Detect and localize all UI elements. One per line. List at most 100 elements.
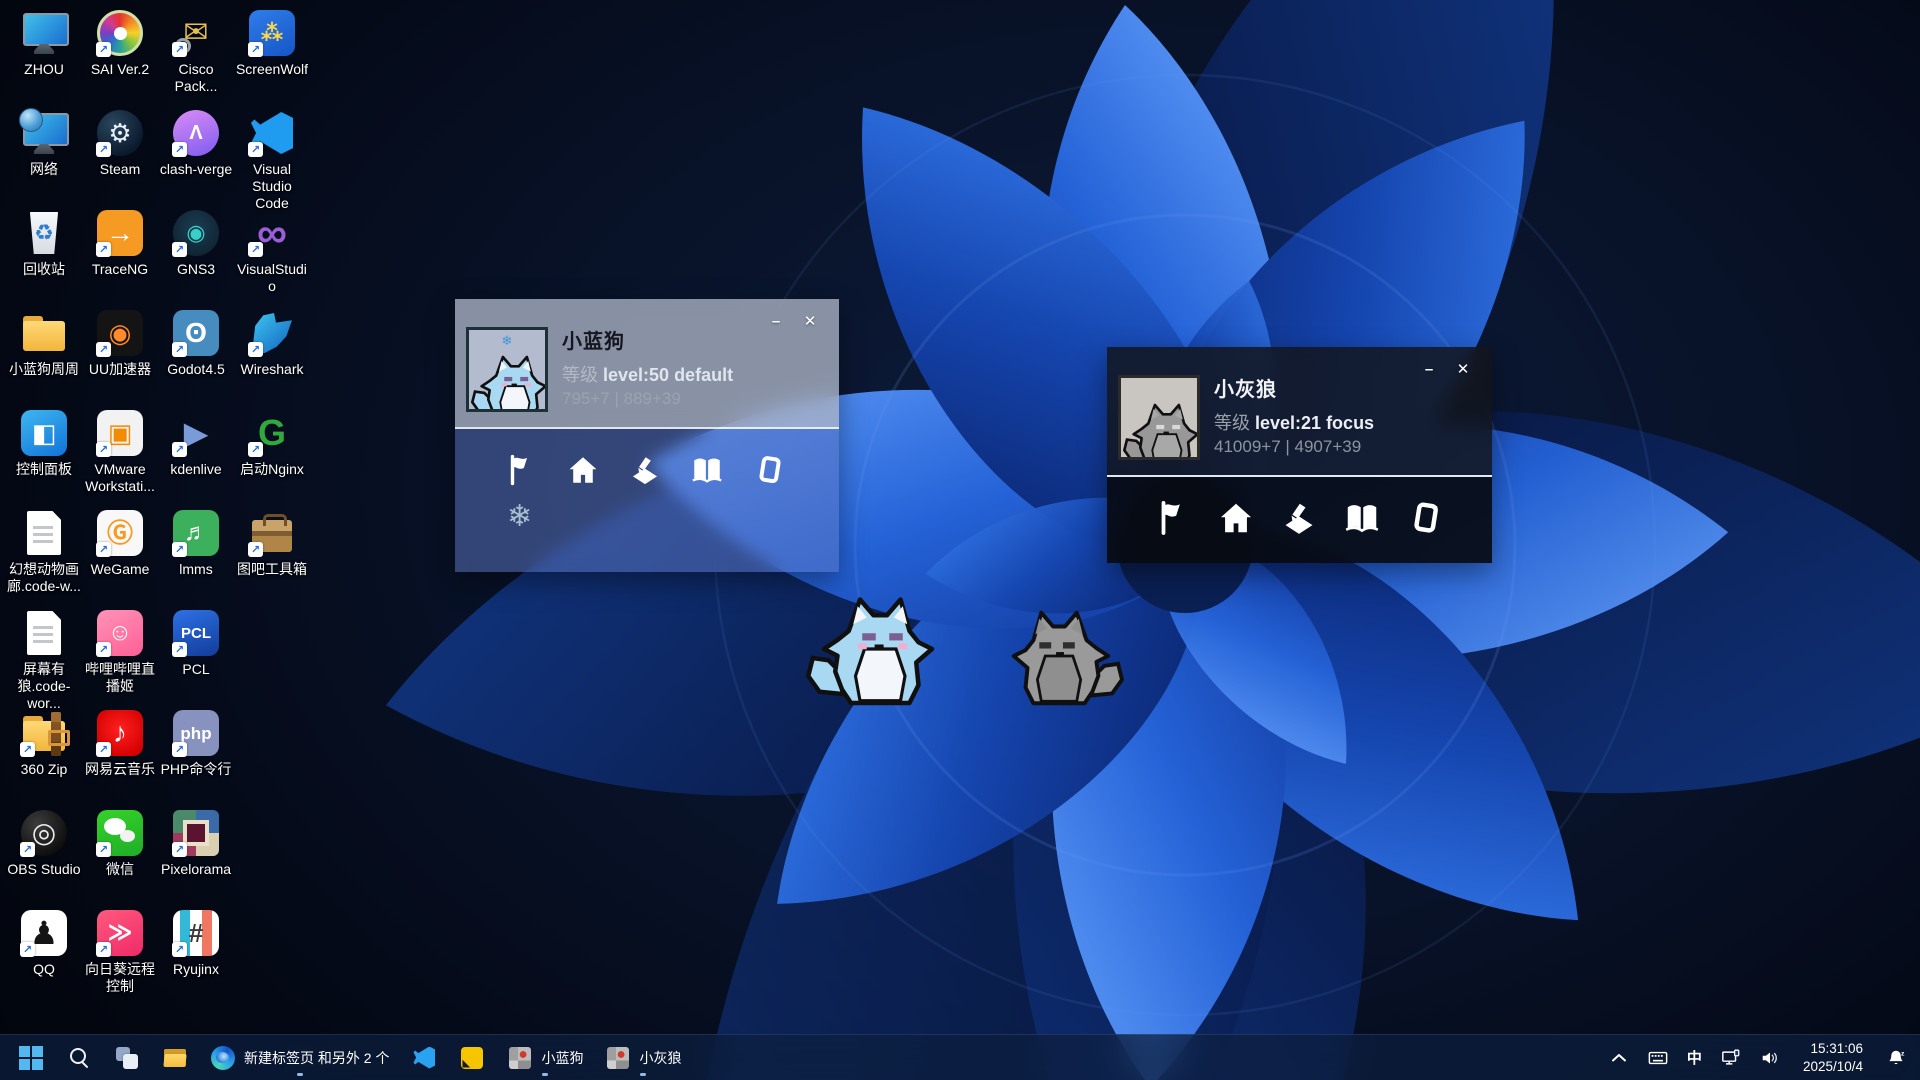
app-icon bbox=[21, 310, 67, 356]
desktop-icon[interactable]: ♪ ↗ 网易云音乐 bbox=[82, 708, 158, 778]
shortcut-arrow-icon: ↗ bbox=[248, 242, 263, 257]
desktop-icon[interactable]: ↗ 图吧工具箱 bbox=[234, 508, 310, 578]
desktop-icon[interactable]: ♟ ↗ QQ bbox=[6, 908, 82, 978]
app-icon-glyph: Λ bbox=[189, 123, 202, 143]
shortcut-arrow-icon: ↗ bbox=[172, 142, 187, 157]
desktop-icon-label: PCL bbox=[158, 661, 234, 678]
desktop-icon[interactable]: ◎ ↗ OBS Studio bbox=[6, 808, 82, 878]
level-label: 等级 bbox=[1214, 413, 1250, 433]
snowflake-status-icon[interactable]: ❄ bbox=[507, 500, 532, 533]
desktop-icon-label: Cisco Pack... bbox=[158, 61, 234, 95]
desktop-icon-label: TraceNG bbox=[82, 261, 158, 278]
notification-bell-icon[interactable]: z bbox=[1884, 1046, 1908, 1070]
flag-icon[interactable] bbox=[504, 453, 538, 487]
desktop-pet-blue-dog[interactable] bbox=[806, 586, 950, 712]
desktop-icon[interactable]: ↗ 小蓝狗周周 bbox=[6, 308, 82, 378]
shortcut-arrow-icon: ↗ bbox=[172, 442, 187, 457]
desktop-icon-label: Steam bbox=[82, 161, 158, 178]
app-icon: ♻ bbox=[21, 210, 67, 256]
pet-window-button-blue-dog[interactable]: 小蓝狗 bbox=[499, 1038, 591, 1078]
ime-indicator[interactable]: 中 bbox=[1685, 1045, 1704, 1070]
desktop-icon[interactable]: ✉ ↗ Cisco Pack... bbox=[158, 8, 234, 95]
minimize-button[interactable]: – bbox=[767, 313, 785, 329]
desktop-icon[interactable]: ↗ ZHOU bbox=[6, 8, 82, 78]
app-icon-glyph: ʘ bbox=[185, 319, 207, 347]
taskbar-clock[interactable]: 15:31:06 2025/10/4 bbox=[1797, 1039, 1869, 1076]
app-icon bbox=[21, 510, 67, 556]
taskbar-app-icon bbox=[18, 1045, 44, 1071]
desktop-icon[interactable]: G ↗ 启动Nginx bbox=[234, 408, 310, 478]
shortcut-arrow-icon: ↗ bbox=[172, 242, 187, 257]
desktop-icon[interactable]: Ⓖ ↗ WeGame bbox=[82, 508, 158, 578]
desktop-icon[interactable]: ↗ Pixelorama bbox=[158, 808, 234, 878]
desktop-icon[interactable]: ♬ ↗ lmms bbox=[158, 508, 234, 578]
desktop-icon[interactable]: ☺ ↗ 哔哩哔哩直播姬 bbox=[82, 608, 158, 695]
app-icon-glyph: ◉ bbox=[109, 320, 132, 346]
desktop-icon[interactable]: Λ ↗ clash-verge bbox=[158, 108, 234, 178]
network-icon[interactable] bbox=[1719, 1046, 1743, 1070]
desktop-icon[interactable]: ↗ SAI Ver.2 bbox=[82, 8, 158, 78]
system-tray: 中 15:31:06 2025/10/4 z bbox=[1607, 1039, 1920, 1076]
write-icon[interactable] bbox=[628, 453, 662, 487]
desktop-icon[interactable]: # ↗ Ryujinx bbox=[158, 908, 234, 978]
desktop-icon[interactable]: → ↗ TraceNG bbox=[82, 208, 158, 278]
desktop-icon-label: 微信 bbox=[82, 861, 158, 878]
pet-window-header[interactable]: – ✕ 小灰狼 等级 level:21 focus 41009+7 | 4907… bbox=[1107, 347, 1492, 475]
desktop-icon[interactable]: ↗ 屏幕有狼.code-wor... bbox=[6, 608, 82, 712]
desktop-icon[interactable]: ▣ ↗ VMware Workstati... bbox=[82, 408, 158, 495]
desktop-icon[interactable]: ↗ 360 Zip bbox=[6, 708, 82, 778]
taskbar-app-icon bbox=[459, 1045, 485, 1071]
app-icon-glyph: ◎ bbox=[32, 819, 56, 847]
home-icon[interactable] bbox=[566, 453, 600, 487]
vscode-button[interactable] bbox=[403, 1038, 445, 1078]
flag-icon[interactable] bbox=[1154, 499, 1192, 537]
desktop-icon-label: Pixelorama bbox=[158, 861, 234, 878]
start-button[interactable] bbox=[10, 1038, 52, 1078]
search-button[interactable] bbox=[58, 1038, 100, 1078]
desktop-icon[interactable]: ʘ ↗ Godot4.5 bbox=[158, 308, 234, 378]
desktop-icon[interactable]: ◧ ↗ 控制面板 bbox=[6, 408, 82, 478]
desktop-icon[interactable]: ▶ ↗ kdenlive bbox=[158, 408, 234, 478]
file-explorer-button[interactable] bbox=[154, 1038, 196, 1078]
cards-icon[interactable] bbox=[752, 453, 786, 487]
yellow-note-app-button[interactable] bbox=[451, 1038, 493, 1078]
desktop-icon[interactable]: ↗ 微信 bbox=[82, 808, 158, 878]
desktop-pet-gray-wolf[interactable] bbox=[998, 600, 1124, 712]
desktop-icon[interactable]: ↗ 网络 bbox=[6, 108, 82, 178]
gray-wolf-avatar-art bbox=[1121, 378, 1197, 457]
write-icon[interactable] bbox=[1280, 499, 1318, 537]
cards-icon[interactable] bbox=[1406, 499, 1444, 537]
desktop-icon[interactable]: ⚙ ↗ Steam bbox=[82, 108, 158, 178]
pet-window-button-gray-wolf[interactable]: 小灰狼 bbox=[597, 1038, 689, 1078]
minimize-button[interactable]: – bbox=[1420, 361, 1438, 377]
desktop-icon[interactable]: ◉ ↗ UU加速器 bbox=[82, 308, 158, 378]
home-icon[interactable] bbox=[1217, 499, 1255, 537]
book-icon[interactable] bbox=[690, 453, 724, 487]
touch-keyboard-icon[interactable] bbox=[1646, 1046, 1670, 1070]
shortcut-arrow-icon: ↗ bbox=[20, 942, 35, 957]
desktop-icon[interactable]: php ↗ PHP命令行 bbox=[158, 708, 234, 778]
task-view-button[interactable] bbox=[106, 1038, 148, 1078]
taskbar-app-icon bbox=[114, 1045, 140, 1071]
desktop-icon[interactable]: ∞ ↗ VisualStudio bbox=[234, 208, 310, 295]
hidden-icons-chevron[interactable] bbox=[1607, 1046, 1631, 1070]
desktop-icon[interactable]: ◉ ↗ GNS3 bbox=[158, 208, 234, 278]
edge-window-button[interactable]: 新建标签页 和另外 2 个 bbox=[202, 1038, 397, 1078]
desktop-icon[interactable]: ↗ Visual Studio Code bbox=[234, 108, 310, 212]
desktop-icon[interactable]: ♻ ↗ 回收站 bbox=[6, 208, 82, 278]
close-button[interactable]: ✕ bbox=[1454, 361, 1472, 377]
volume-icon[interactable] bbox=[1758, 1046, 1782, 1070]
book-icon[interactable] bbox=[1343, 499, 1381, 537]
desktop-icon-label: 回收站 bbox=[6, 261, 82, 278]
pet-window-header[interactable]: – ✕ ❄ 小蓝狗 等级 level:50 default 795+7 | 88… bbox=[455, 299, 839, 427]
desktop-icon[interactable]: ≫ ↗ 向日葵远程控制 bbox=[82, 908, 158, 995]
svg-text:❄: ❄ bbox=[502, 333, 513, 348]
desktop-icon[interactable]: ↗ Wireshark bbox=[234, 308, 310, 378]
level-value: level:21 focus bbox=[1255, 413, 1374, 433]
app-icon-glyph: ⁂ bbox=[261, 22, 284, 44]
desktop-icon-label: 网络 bbox=[6, 161, 82, 178]
desktop-icon[interactable]: PCL ↗ PCL bbox=[158, 608, 234, 678]
close-button[interactable]: ✕ bbox=[801, 313, 819, 329]
desktop-icon[interactable]: ↗ 幻想动物画廊.code-w... bbox=[6, 508, 82, 595]
desktop-icon[interactable]: ⁂ ↗ ScreenWolf bbox=[234, 8, 310, 78]
